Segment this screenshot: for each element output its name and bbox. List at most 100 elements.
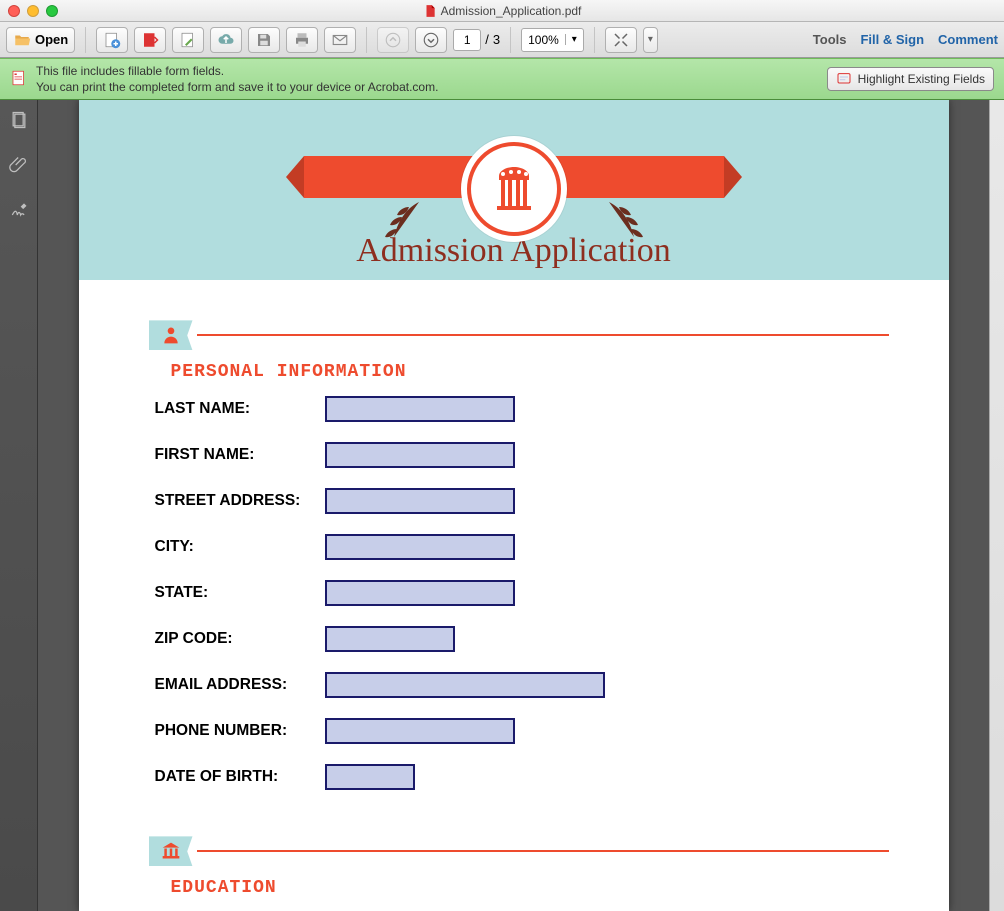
label-first-name: FIRST NAME:	[155, 446, 325, 464]
edit-icon	[179, 31, 197, 49]
label-zip: ZIP CODE:	[155, 630, 325, 648]
window-controls	[0, 5, 58, 17]
window-title: Admission_Application.pdf	[0, 4, 1004, 18]
document-viewer[interactable]: Admission Application PERSONAL INFORMATI…	[38, 100, 989, 911]
section-title-education: EDUCATION	[171, 878, 889, 898]
chevron-down-icon: ▾	[565, 34, 583, 45]
section-title-personal: PERSONAL INFORMATION	[171, 362, 889, 382]
thumbnails-tab[interactable]	[9, 110, 29, 135]
highlight-button-label: Highlight Existing Fields	[858, 72, 985, 86]
section-divider	[197, 850, 889, 852]
page-thumbnails-icon	[9, 110, 29, 130]
field-last-name[interactable]	[325, 396, 515, 422]
field-first-name[interactable]	[325, 442, 515, 468]
convert-pdf-icon	[141, 31, 159, 49]
page-number-input[interactable]	[453, 29, 481, 51]
tools-tab[interactable]: Tools	[813, 32, 847, 47]
open-button-label: Open	[35, 32, 68, 47]
envelope-icon	[331, 31, 349, 49]
page-down-button[interactable]	[415, 27, 447, 53]
toolbar-separator	[510, 27, 511, 53]
close-window-button[interactable]	[8, 5, 20, 17]
save-icon	[255, 31, 273, 49]
paperclip-icon	[9, 155, 29, 175]
label-street: STREET ADDRESS:	[155, 492, 325, 510]
laurel-right-icon	[594, 192, 664, 257]
document-content: PERSONAL INFORMATION LAST NAME: FIRST NA…	[79, 280, 949, 911]
toolbar-separator	[366, 27, 367, 53]
section-icon-education	[149, 836, 193, 866]
section-header-personal	[149, 320, 889, 350]
highlight-fields-button[interactable]: Highlight Existing Fields	[827, 67, 994, 91]
create-pdf-button[interactable]	[96, 27, 128, 53]
field-state[interactable]	[325, 580, 515, 606]
person-icon	[161, 325, 181, 345]
page-counter: / 3	[453, 29, 500, 51]
toolbar-separator	[85, 27, 86, 53]
minimize-window-button[interactable]	[27, 5, 39, 17]
column-icon	[489, 164, 539, 214]
field-phone[interactable]	[325, 718, 515, 744]
create-pdf-icon	[103, 31, 121, 49]
email-button[interactable]	[324, 27, 356, 53]
field-zip[interactable]	[325, 626, 455, 652]
laurel-left-icon	[364, 192, 434, 257]
section-header-education	[149, 836, 889, 866]
attachments-tab[interactable]	[9, 155, 29, 180]
label-dob: DATE OF BIRTH:	[155, 768, 325, 786]
form-info-bar: This file includes fillable form fields.…	[0, 58, 1004, 100]
info-line1: This file includes fillable form fields.	[36, 63, 819, 79]
label-email: EMAIL ADDRESS:	[155, 676, 325, 694]
navigation-panel	[0, 100, 38, 911]
work-area: Admission Application PERSONAL INFORMATI…	[0, 100, 1004, 911]
section-divider	[197, 334, 889, 336]
comment-tab[interactable]: Comment	[938, 32, 998, 47]
cloud-upload-icon	[217, 31, 235, 49]
label-phone: PHONE NUMBER:	[155, 722, 325, 740]
window-title-text: Admission_Application.pdf	[441, 4, 582, 18]
info-line2: You can print the completed form and sav…	[36, 79, 819, 95]
zoom-value: 100%	[522, 33, 565, 47]
label-state: STATE:	[155, 584, 325, 602]
ribbon	[304, 142, 724, 198]
cloud-button[interactable]	[210, 27, 242, 53]
folder-open-icon	[13, 31, 31, 49]
page-up-button[interactable]	[377, 27, 409, 53]
label-last-name: LAST NAME:	[155, 400, 325, 418]
fill-sign-tab[interactable]: Fill & Sign	[860, 32, 924, 47]
main-toolbar: Open / 3 100% ▾ ▾ T	[0, 22, 1004, 58]
institution-icon	[161, 841, 181, 861]
convert-pdf-button[interactable]	[134, 27, 166, 53]
field-street[interactable]	[325, 488, 515, 514]
zoom-window-button[interactable]	[46, 5, 58, 17]
signature-icon	[9, 200, 29, 220]
form-info-message: This file includes fillable form fields.…	[36, 63, 819, 95]
edit-pdf-button[interactable]	[172, 27, 204, 53]
arrow-up-icon	[384, 31, 402, 49]
seal-badge	[467, 142, 561, 236]
signatures-tab[interactable]	[9, 200, 29, 225]
print-icon	[293, 31, 311, 49]
open-button[interactable]: Open	[6, 27, 75, 53]
banner: Admission Application	[79, 100, 949, 280]
vertical-scrollbar[interactable]	[989, 100, 1004, 911]
form-info-icon	[10, 69, 28, 90]
toolbar-separator	[594, 27, 595, 53]
section-icon-personal	[149, 320, 193, 350]
save-button[interactable]	[248, 27, 280, 53]
more-tools-button[interactable]: ▾	[643, 27, 658, 53]
field-dob[interactable]	[325, 764, 415, 790]
label-city: CITY:	[155, 538, 325, 556]
arrow-down-icon	[422, 31, 440, 49]
document-page: Admission Application PERSONAL INFORMATI…	[79, 100, 949, 911]
print-button[interactable]	[286, 27, 318, 53]
read-mode-button[interactable]	[605, 27, 637, 53]
window-titlebar: Admission_Application.pdf	[0, 0, 1004, 22]
pdf-file-icon	[423, 4, 437, 18]
zoom-selector[interactable]: 100% ▾	[521, 28, 584, 52]
page-sep: /	[485, 32, 489, 47]
field-email[interactable]	[325, 672, 605, 698]
personal-form: LAST NAME: FIRST NAME: STREET ADDRESS: C…	[155, 396, 889, 790]
field-city[interactable]	[325, 534, 515, 560]
chevron-down-icon: ▾	[648, 34, 653, 45]
